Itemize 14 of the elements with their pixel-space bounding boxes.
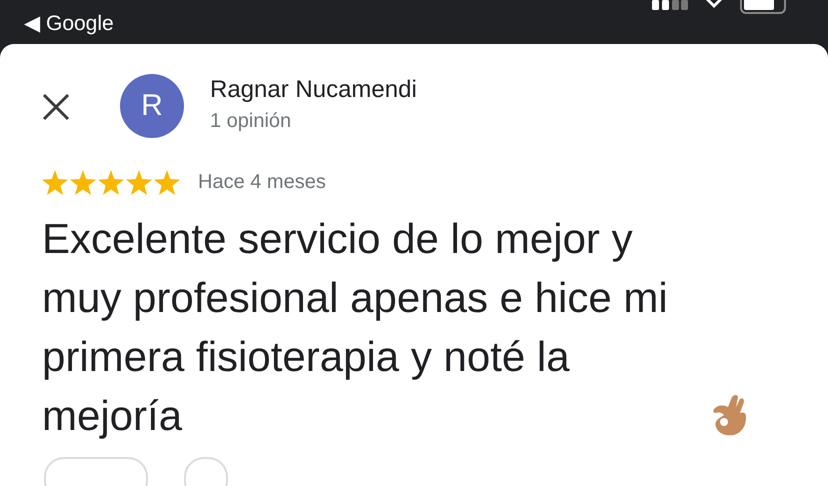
author-name: Ragnar Nucamendi [210, 76, 417, 104]
star-icon [70, 170, 96, 195]
review-time: Hace 4 meses [198, 171, 326, 194]
review-count: 1 opinión [210, 110, 292, 132]
signal-icon [652, 0, 688, 10]
close-icon[interactable] [42, 93, 70, 121]
back-link[interactable]: ◀ Google [24, 11, 114, 36]
star-icon [126, 170, 152, 195]
wifi-icon [704, 0, 724, 10]
avatar: R [120, 74, 184, 138]
star-icon [154, 170, 180, 195]
star-icon [42, 170, 68, 195]
star-icon [98, 170, 124, 195]
review-text: Excelente servicio de lo mejor y muy profesional apenas e hice mi primera fisioterapia y noté la mejoría [42, 214, 669, 441]
